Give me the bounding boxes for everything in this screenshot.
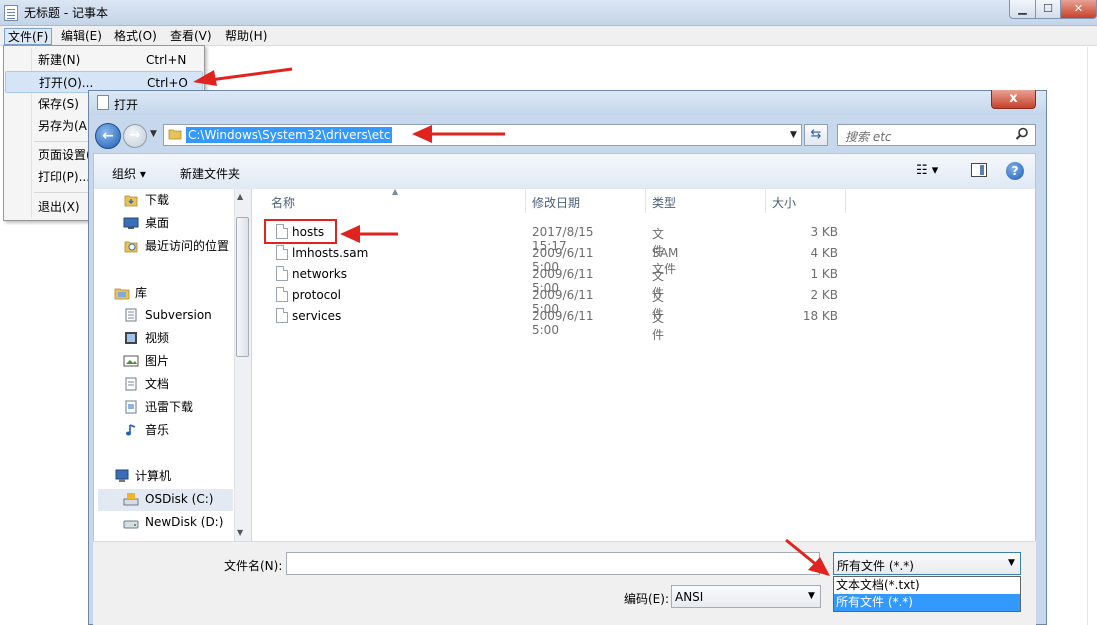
annotation-arrows: [193, 67, 830, 576]
